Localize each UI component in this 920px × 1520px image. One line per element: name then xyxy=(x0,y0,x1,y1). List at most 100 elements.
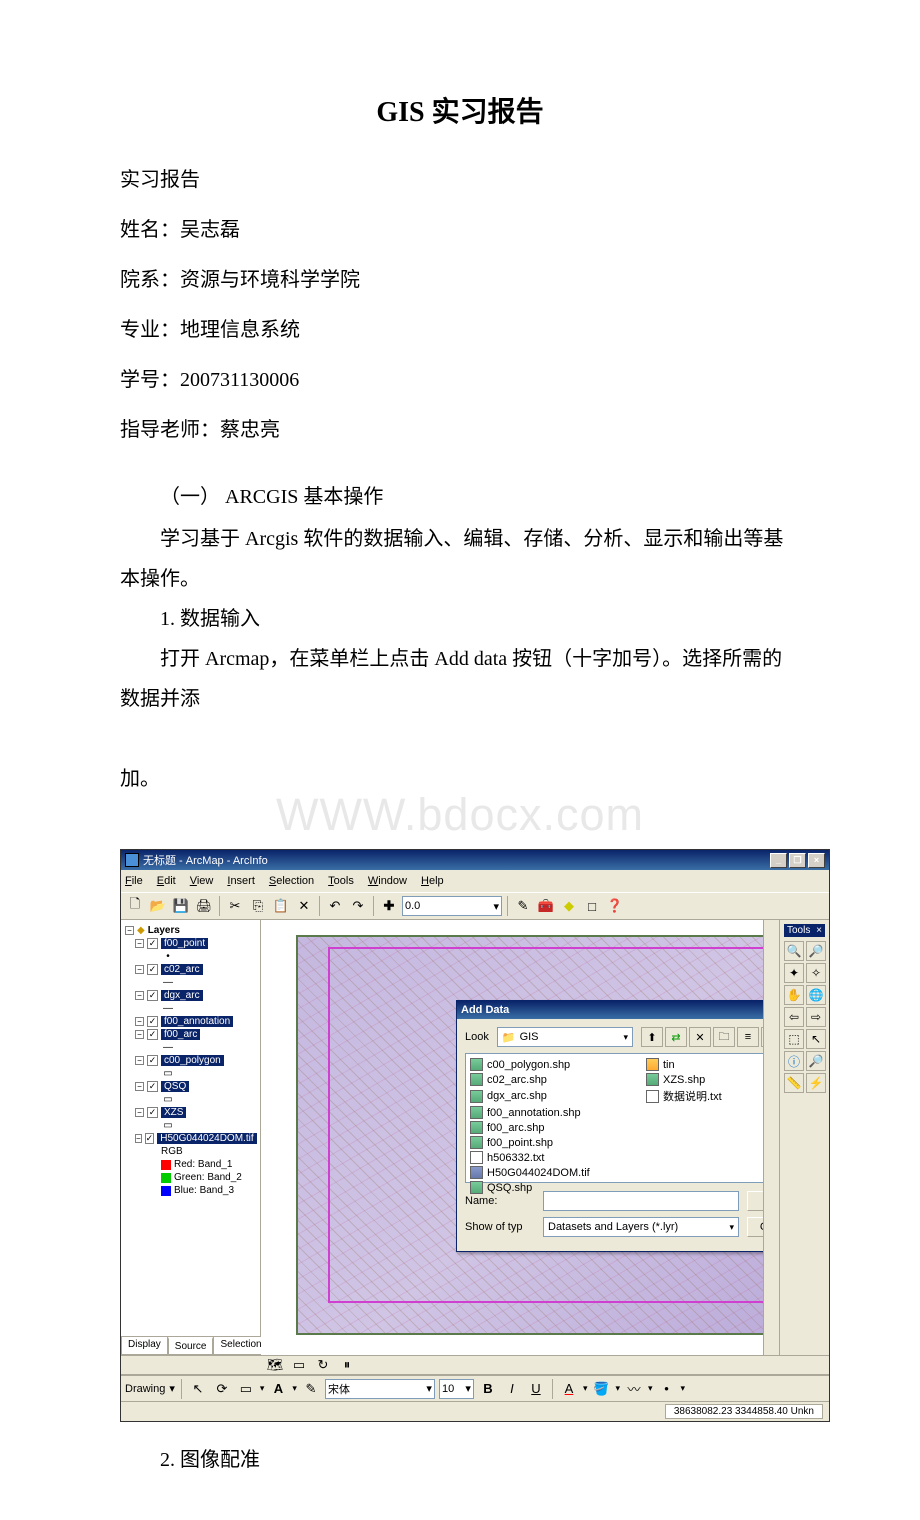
layer-item[interactable]: −✓c02_arc xyxy=(125,963,256,976)
expand-icon[interactable]: − xyxy=(135,1056,144,1065)
menu-window[interactable]: Window xyxy=(368,875,407,887)
close-button[interactable]: × xyxy=(808,853,825,868)
pause-button[interactable]: ⏸ xyxy=(337,1355,357,1375)
menu-selection[interactable]: Selection xyxy=(269,875,314,887)
text-button[interactable]: A xyxy=(268,1379,288,1399)
editor-toolbar-button[interactable]: ✎ xyxy=(513,896,533,916)
layer-checkbox[interactable]: ✓ xyxy=(145,1133,155,1144)
font-name-combo[interactable]: 宋体▾ xyxy=(325,1379,435,1399)
measure-button[interactable]: 📏 xyxy=(784,1073,804,1093)
select-features-button[interactable]: ⬚ xyxy=(784,1029,804,1049)
marker-color-button[interactable]: • xyxy=(657,1379,677,1399)
delete-button[interactable]: ✕ xyxy=(294,896,314,916)
layer-checkbox[interactable]: ✓ xyxy=(147,1016,158,1027)
file-item[interactable]: f00_point.shp xyxy=(470,1136,626,1149)
toc-root[interactable]: Layers xyxy=(148,925,180,936)
redo-button[interactable]: ↷ xyxy=(348,896,368,916)
disconnect-button[interactable]: ✕ xyxy=(689,1027,711,1047)
layer-checkbox[interactable]: ✓ xyxy=(147,1029,158,1040)
look-in-combo[interactable]: 📁 GIS ▾ xyxy=(497,1027,633,1047)
connect-button[interactable]: ⇄ xyxy=(665,1027,687,1047)
expand-icon[interactable]: − xyxy=(135,1017,144,1026)
zoom-in-button[interactable]: 🔍 xyxy=(784,941,804,961)
rectangle-button[interactable]: ▭ xyxy=(236,1379,256,1399)
file-item[interactable]: c00_polygon.shp xyxy=(470,1058,626,1071)
file-item[interactable]: f00_arc.shp xyxy=(470,1121,626,1134)
toc-tab-display[interactable]: Display xyxy=(121,1337,168,1355)
find-button[interactable]: 🔎 xyxy=(806,1051,826,1071)
pointer-button[interactable]: ↖ xyxy=(188,1379,208,1399)
layer-item[interactable]: −✓f00_annotation xyxy=(125,1015,256,1028)
drawing-label[interactable]: Drawing xyxy=(125,1383,165,1395)
next-extent-button[interactable]: ⇨ xyxy=(806,1007,826,1027)
layer-checkbox[interactable]: ✓ xyxy=(147,1081,158,1092)
file-list[interactable]: c00_polygon.shptinc02_arc.shpXZS.shpdgx_… xyxy=(465,1053,763,1183)
copy-button[interactable]: ⎘ xyxy=(248,896,268,916)
layer-name[interactable]: H50G044024DOM.tif xyxy=(157,1133,256,1144)
file-item[interactable]: c02_arc.shp xyxy=(470,1073,626,1086)
layer-item[interactable]: −✓XZS xyxy=(125,1106,256,1119)
help-button[interactable]: ❓ xyxy=(605,896,625,916)
menu-insert[interactable]: Insert xyxy=(227,875,255,887)
catalog-button[interactable]: ◆ xyxy=(559,896,579,916)
menu-help[interactable]: Help xyxy=(421,875,444,887)
layer-checkbox[interactable]: ✓ xyxy=(147,1107,158,1118)
layer-name[interactable]: c00_polygon xyxy=(161,1055,224,1066)
new-button[interactable]: 🗋 xyxy=(125,896,145,916)
expand-icon[interactable]: − xyxy=(135,1082,144,1091)
dropdown-arrow-icon[interactable]: ▾ xyxy=(583,1383,588,1394)
select-elements-button[interactable]: ↖ xyxy=(806,1029,826,1049)
name-input[interactable] xyxy=(543,1191,739,1211)
fill-color-button[interactable]: 🪣 xyxy=(591,1379,611,1399)
font-color-button[interactable]: A xyxy=(559,1379,579,1399)
data-view-button[interactable]: 🗺 xyxy=(265,1355,285,1375)
line-color-button[interactable]: 〰 xyxy=(624,1379,644,1399)
paste-button[interactable]: 📋 xyxy=(271,896,291,916)
maximize-button[interactable]: ❐ xyxy=(789,853,806,868)
file-item[interactable]: 数据说明.txt xyxy=(646,1088,763,1104)
menu-view[interactable]: View xyxy=(190,875,214,887)
add-button[interactable]: Add xyxy=(747,1191,763,1211)
dropdown-arrow-icon[interactable]: ▾ xyxy=(615,1383,620,1394)
print-button[interactable]: 🖨 xyxy=(194,896,214,916)
toolbox-button[interactable]: 🧰 xyxy=(536,896,556,916)
bold-button[interactable]: B xyxy=(478,1379,498,1399)
map-canvas[interactable]: ➤➤ ➤➤ ➤ Add Data × Look 📁 GIS ▾ xyxy=(261,920,763,1355)
layer-checkbox[interactable]: ✓ xyxy=(147,938,158,949)
dropdown-arrow-icon[interactable]: ▾ xyxy=(260,1383,265,1394)
identify-button[interactable]: ⓘ xyxy=(784,1051,804,1071)
add-data-button[interactable]: ✚ xyxy=(379,896,399,916)
layer-item[interactable]: −✓H50G044024DOM.tif xyxy=(125,1132,256,1145)
layer-checkbox[interactable]: ✓ xyxy=(147,1055,158,1066)
file-item[interactable]: h506332.txt xyxy=(470,1151,626,1164)
refresh-button[interactable]: ↻ xyxy=(313,1355,333,1375)
layer-item[interactable]: −✓QSQ xyxy=(125,1080,256,1093)
dropdown-arrow-icon[interactable]: ▾ xyxy=(169,1382,175,1395)
file-item[interactable]: XZS.shp xyxy=(646,1073,763,1086)
underline-button[interactable]: U xyxy=(526,1379,546,1399)
edit-vertices-button[interactable]: ✎ xyxy=(301,1379,321,1399)
fixed-zoom-out-button[interactable]: ✧ xyxy=(806,963,826,983)
layer-checkbox[interactable]: ✓ xyxy=(147,990,158,1001)
file-item[interactable]: tin xyxy=(646,1058,763,1071)
vertical-scrollbar[interactable] xyxy=(763,920,779,1355)
dropdown-arrow-icon[interactable]: ▾ xyxy=(292,1383,297,1394)
rotate-button[interactable]: ⟳ xyxy=(212,1379,232,1399)
expand-icon[interactable]: − xyxy=(135,1134,142,1143)
up-folder-button[interactable]: ⬆ xyxy=(641,1027,663,1047)
expand-icon[interactable]: − xyxy=(135,965,144,974)
expand-icon[interactable]: − xyxy=(135,939,144,948)
layer-name[interactable]: dgx_arc xyxy=(161,990,203,1001)
layout-view-button[interactable]: ▭ xyxy=(289,1355,309,1375)
font-size-combo[interactable]: 10▾ xyxy=(439,1379,474,1399)
scale-combo[interactable]: 0.0▾ xyxy=(402,896,502,916)
new-folder-button[interactable]: 🗀 xyxy=(713,1027,735,1047)
cancel-button[interactable]: Cancel xyxy=(747,1217,763,1237)
full-extent-button[interactable]: 🌐 xyxy=(806,985,826,1005)
minimize-button[interactable]: _ xyxy=(770,853,787,868)
layer-name[interactable]: c02_arc xyxy=(161,964,203,975)
open-button[interactable]: 📂 xyxy=(148,896,168,916)
zoom-out-button[interactable]: 🔎 xyxy=(806,941,826,961)
show-type-combo[interactable]: Datasets and Layers (*.lyr)▾ xyxy=(543,1217,739,1237)
save-button[interactable]: 💾 xyxy=(171,896,191,916)
